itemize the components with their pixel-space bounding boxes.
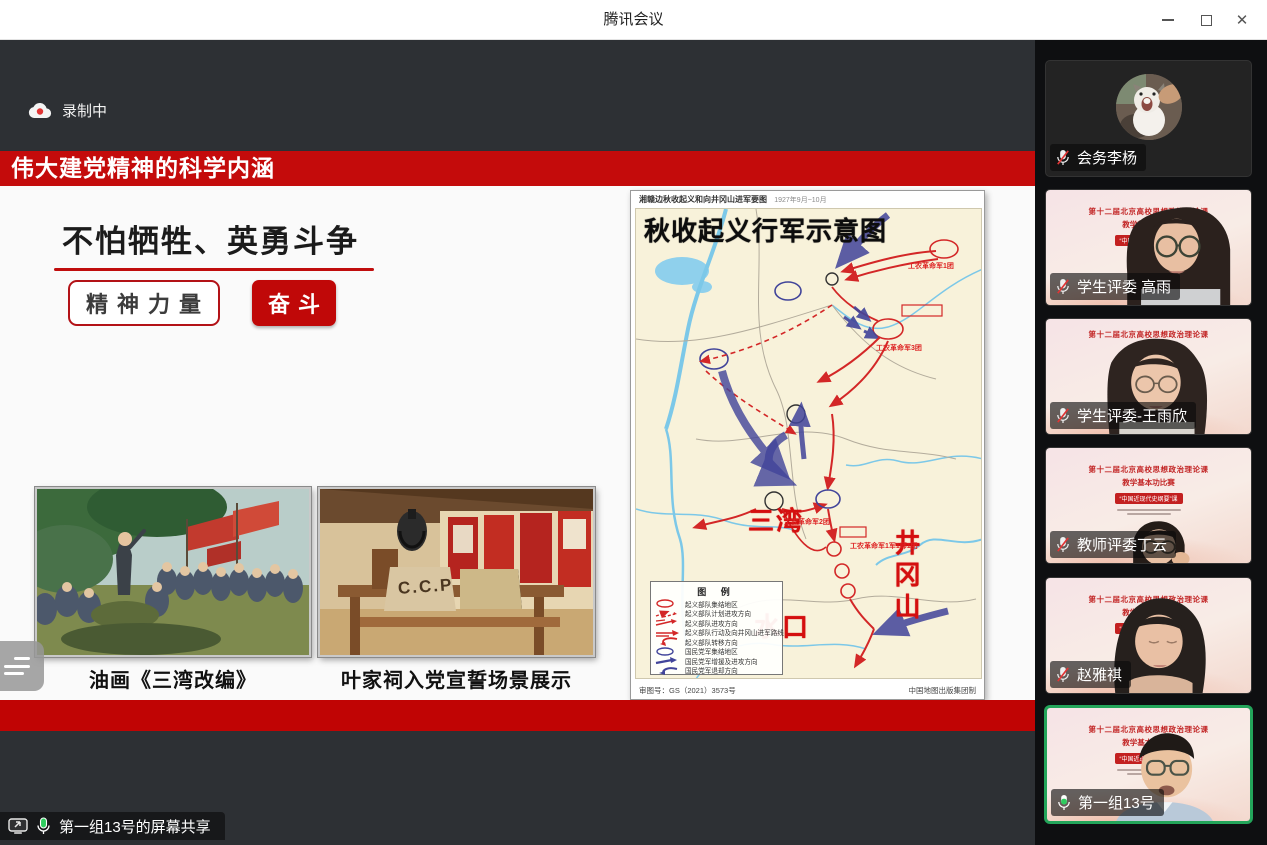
map-header-text: 湘赣边秋收起义和向井冈山进军要图 <box>639 195 767 204</box>
participant-tile-gaoyu[interactable]: 第十二届北京高校思想政治理论课 教学基本功比赛 “中国近现代史纲要”课 <box>1045 189 1252 306</box>
muted-mic-icon <box>1055 666 1071 683</box>
muted-mic-icon <box>1055 536 1071 553</box>
legend-label: 起义部队进攻方向 <box>685 618 738 628</box>
participant-name-badge: 第一组13号 <box>1051 789 1164 816</box>
participant-name: 赵雅祺 <box>1077 664 1122 685</box>
participant-tile-dingyun[interactable]: 第十二届北京高校思想政治理论课 教学基本功比赛 “中国近现代史纲要”课 <box>1045 447 1252 564</box>
legend-blue-arrow-icon <box>655 656 681 665</box>
legend-label: 起义部队行动及向井冈山进军路线 <box>685 627 784 637</box>
map-unit-label-2: 工农革命军2团 <box>784 517 830 527</box>
shrine-scene-art <box>320 489 593 655</box>
maximize-icon <box>1201 15 1212 26</box>
minimize-button[interactable] <box>1151 0 1185 40</box>
recording-indicator: 录制中 <box>28 100 107 121</box>
participant-name: 会务李杨 <box>1077 147 1137 168</box>
annotation-list-button[interactable] <box>0 641 44 691</box>
cat-avatar-art <box>1116 74 1182 140</box>
close-icon: ✕ <box>1236 13 1249 28</box>
muted-mic-icon <box>1055 278 1071 295</box>
legend-red-hook-arrow-icon <box>655 637 681 646</box>
legend-row: 起义部队计划进攻方向 <box>655 609 778 619</box>
participant-name-badge: 学生评委-王雨欣 <box>1050 402 1196 429</box>
screen-share-icon <box>8 817 28 835</box>
map-legend: 图 例 起义部队集结地区 起义部队计划进攻方向 起义部队进攻方向 <box>650 581 783 675</box>
map-footer: 审图号：GS（2021）3573号 中国地图出版集团制 <box>639 685 976 696</box>
active-mic-icon <box>36 817 51 835</box>
window-title: 腾讯会议 <box>0 0 1267 40</box>
legend-red-oval-icon <box>655 599 681 608</box>
map-title: 秋收起义行军示意图 <box>644 211 887 248</box>
slide-heading: 不怕牺牲、英勇斗争 <box>62 216 359 261</box>
tag-spiritual-power: 精神力量 <box>68 280 220 326</box>
map-canvas: 秋收起义行军示意图 三湾 井冈山 水口 工农革命军1团 工农革命军3团 工农革命… <box>635 208 982 679</box>
active-mic-icon <box>1056 794 1072 811</box>
minimize-icon <box>1162 19 1174 21</box>
legend-label: 国民党军集结地区 <box>685 646 738 656</box>
screen-share-area: 录制中 伟大建党精神的科学内涵 不怕牺牲、英勇斗争 精神力量 奋斗 <box>0 40 1035 845</box>
cloud-record-icon <box>28 102 52 119</box>
legend-row: 起义部队转移方向 <box>655 637 778 647</box>
participant-name-badge: 教师评委丁云 <box>1050 531 1176 558</box>
participant-name: 学生评委-王雨欣 <box>1077 405 1187 426</box>
close-button[interactable]: ✕ <box>1225 0 1259 40</box>
legend-blue-hook-arrow-icon <box>655 666 681 675</box>
legend-row: 起义部队行动及向井冈山进军路线 <box>655 628 778 638</box>
legend-blue-oval-icon <box>655 647 681 656</box>
map-unit-label-3: 工农革命军3团 <box>876 343 922 353</box>
photo-shrine-scene: C.C.P <box>318 487 595 657</box>
legend-label: 国民党军增援及进攻方向 <box>685 656 758 666</box>
participant-tile-huiwu-liyang[interactable]: 会务李杨 <box>1045 60 1252 177</box>
slide-banner-title: 伟大建党精神的科学内涵 <box>0 151 1035 186</box>
participants-sidebar: 会务李杨 第十二届北京高校思想政治理论课 教学基本功比赛 “中国近现代史纲要”课 <box>1035 40 1267 845</box>
photo2-caption: 叶家祠入党宣誓场景展示 <box>318 664 595 693</box>
screen-share-indicator: 第一组13号的屏幕共享 <box>0 812 225 840</box>
meeting-window: 腾讯会议 ✕ 录制中 伟大建党精神的科学内涵 不怕牺牲、英勇斗争 精神力量 奋斗 <box>0 0 1267 845</box>
slide-bottom-bar <box>0 700 1035 731</box>
participant-tile-wangyuxin[interactable]: 第十二届北京高校思想政治理论课 学生评委-王雨欣 <box>1045 318 1252 435</box>
list-icon <box>4 655 30 677</box>
legend-red-arrow-icon <box>655 618 681 627</box>
legend-row: 起义部队进攻方向 <box>655 618 778 628</box>
map-publisher: 中国地图出版集团制 <box>909 685 977 696</box>
maximize-button[interactable] <box>1189 0 1223 40</box>
legend-row: 起义部队集结地区 <box>655 599 778 609</box>
legend-row: 国民党军集结地区 <box>655 647 778 657</box>
legend-title: 图 例 <box>655 585 778 598</box>
legend-row: 国民党军退却方向 <box>655 666 778 676</box>
photo-oil-painting <box>35 487 311 657</box>
legend-red-route-arrow-icon <box>655 628 681 637</box>
map-header-date: 1927年9月~10月 <box>774 197 826 204</box>
muted-mic-icon <box>1055 149 1071 166</box>
legend-label: 起义部队计划进攻方向 <box>685 608 751 618</box>
participant-name-badge: 会务李杨 <box>1050 144 1146 171</box>
map-header: 湘赣边秋收起义和向井冈山进军要图 1927年9月~10月 <box>639 194 827 205</box>
map-unit-label-1: 工农革命军1团 <box>908 261 954 271</box>
window-titlebar: 腾讯会议 ✕ <box>0 0 1267 40</box>
participant-name: 第一组13号 <box>1078 792 1155 813</box>
participant-name-badge: 学生评委 高雨 <box>1050 273 1180 300</box>
ccp-cloth-text: C.C.P <box>397 575 454 599</box>
share-bar-label: 第一组13号的屏幕共享 <box>59 816 211 837</box>
avatar <box>1116 74 1182 140</box>
slide-content: 不怕牺牲、英勇斗争 精神力量 奋斗 <box>0 186 1035 700</box>
photo1-caption: 油画《三湾改编》 <box>35 664 311 693</box>
legend-label: 起义部队转移方向 <box>685 637 738 647</box>
participant-name: 学生评委 高雨 <box>1077 276 1171 297</box>
participant-tile-group1-no13[interactable]: 第十二届北京高校思想政治理论课 教学基本功比赛 “中国近现代史纲要”课 <box>1045 706 1252 823</box>
participant-name-badge: 赵雅祺 <box>1050 661 1131 688</box>
map-unit-label-detail: 工农革命军1军1师1团 <box>850 541 918 551</box>
march-map-panel: 湘赣边秋收起义和向井冈山进军要图 1927年9月~10月 <box>630 190 985 700</box>
participant-tile-zhaoyaqi[interactable]: 第十二届北京高校思想政治理论课 教学基本功比赛 “中国近现代史纲要”课 <box>1045 577 1252 694</box>
legend-red-dashed-arrow-icon <box>655 609 681 618</box>
legend-label: 起义部队集结地区 <box>685 599 738 609</box>
recording-label: 录制中 <box>62 100 107 121</box>
legend-label: 国民党军退却方向 <box>685 665 738 675</box>
legend-row: 国民党军增援及进攻方向 <box>655 656 778 666</box>
muted-mic-icon <box>1055 407 1071 424</box>
tag-struggle: 奋斗 <box>252 280 336 326</box>
heading-underline <box>54 268 374 271</box>
oil-painting-art <box>37 489 309 655</box>
participant-name: 教师评委丁云 <box>1077 534 1167 555</box>
map-approval-number: 审图号：GS（2021）3573号 <box>639 685 736 696</box>
